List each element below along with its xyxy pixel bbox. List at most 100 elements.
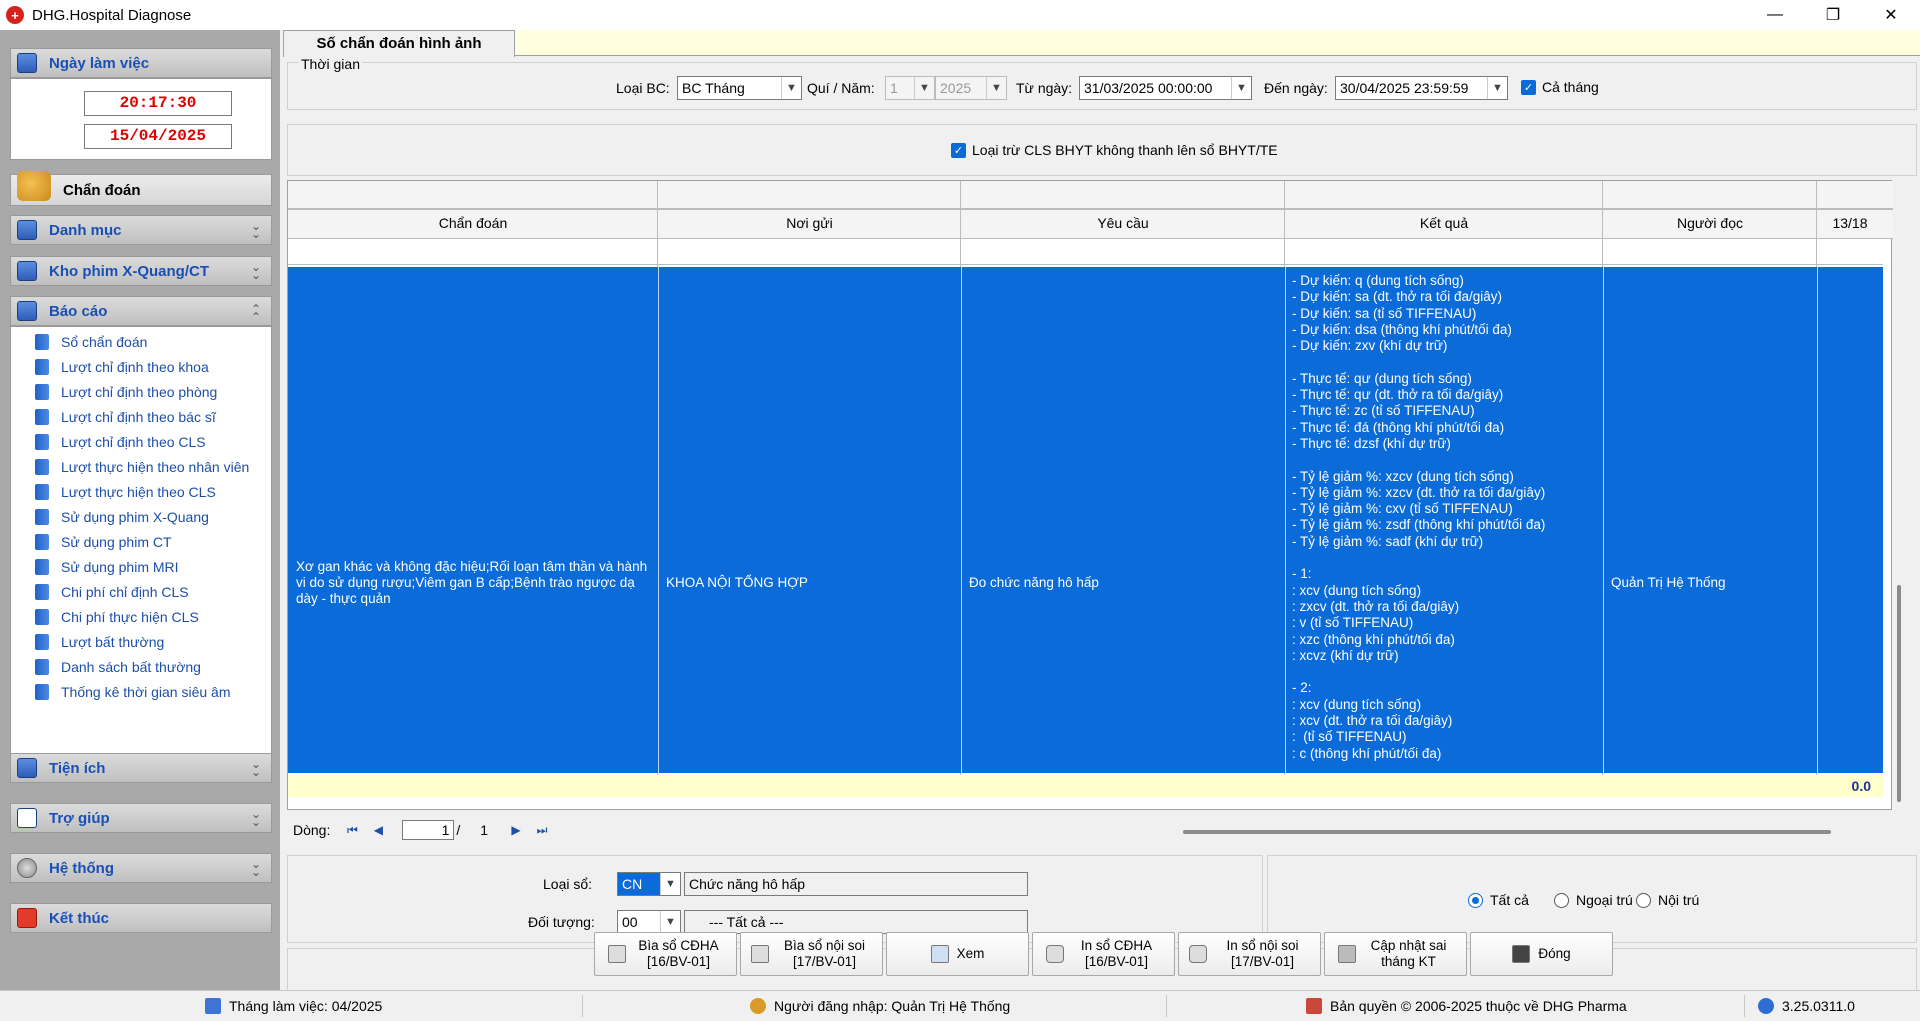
ket-qua-line: : zxcv (dt. thở ra tối đa/giây) — [1292, 598, 1460, 614]
last-page-icon[interactable]: ⏭ — [532, 821, 552, 839]
ket-qua-line: : xzc (thông khí phút/tối đa) — [1292, 631, 1455, 647]
report-item[interactable]: Sử dụng phim MRI — [35, 559, 179, 575]
summary-total: 0.0 — [1851, 778, 1871, 794]
ket-qua-line: - Tỷ lệ giảm %: xzcv (dung tích sống) — [1292, 468, 1514, 484]
doi-tuong-select[interactable]: 00 ▼ — [617, 910, 681, 934]
section-tien-ich[interactable]: Tiện ích ⌄ ⌄ — [10, 753, 272, 783]
section-tro-giup[interactable]: Trợ giúp ⌄ ⌄ — [10, 803, 272, 833]
tu-ngay-picker[interactable]: 31/03/2025 00:00:00 ▼ — [1079, 76, 1252, 100]
in-so-noi-soi-button[interactable]: In sổ nội soi [17/BV-01] — [1178, 932, 1321, 976]
section-kho-phim[interactable]: Kho phim X-Quang/CT ⌄ ⌄ — [10, 256, 272, 286]
loai-so-code: CN — [622, 876, 643, 892]
report-item[interactable]: Thống kê thời gian siêu âm — [35, 684, 231, 700]
radio-ngoai-tru[interactable]: Ngoại trú — [1554, 892, 1633, 908]
section-bao-cao[interactable]: Báo cáo ⌃ ⌃ — [10, 296, 272, 326]
exclude-bhyt-checkbox[interactable]: ✓ Loại trừ CLS BHYT không thanh lên sổ BH… — [951, 142, 1278, 158]
xem-button[interactable]: Xem — [886, 932, 1029, 976]
report-book-icon — [35, 459, 49, 475]
report-item[interactable]: Chi phí thực hiện CLS — [35, 609, 199, 625]
ket-qua-line: - Thực tế: zc (tỉ số TIFFENAU) — [1292, 403, 1475, 419]
ket-qua-line: - Thực tế: dzsf (khí dự trữ) — [1292, 435, 1451, 451]
status-separator — [582, 995, 583, 1017]
report-item[interactable]: Lượt thực hiện theo CLS — [35, 484, 216, 500]
report-item[interactable]: Sử dụng phim CT — [35, 534, 172, 550]
report-label: Danh sách bất thường — [61, 659, 201, 675]
ket-qua-line: - 2: — [1292, 680, 1312, 696]
status-separator — [1166, 995, 1167, 1017]
section-he-thong[interactable]: Hệ thống ⌄ ⌄ — [10, 853, 272, 883]
section-danh-muc[interactable]: Danh mục ⌄ ⌄ — [10, 215, 272, 245]
quy-value: 1 — [890, 80, 898, 96]
dong-button[interactable]: Đóng — [1470, 932, 1613, 976]
report-item[interactable]: Lượt chỉ định theo bác sĩ — [35, 409, 216, 425]
data-grid: Chẩn đoán Nơi gửi Yêu cầu Kết quả Người … — [287, 180, 1893, 810]
navigator-label: Dòng: — [293, 822, 331, 838]
radio-on-icon — [1468, 892, 1483, 908]
report-book-icon — [35, 484, 49, 500]
report-item[interactable]: Sử dụng phim X-Quang — [35, 509, 209, 525]
report-book-icon — [35, 509, 49, 525]
filter-row[interactable] — [288, 239, 1883, 265]
prev-page-icon[interactable]: ◀ — [368, 821, 388, 839]
app-icon: + — [6, 6, 24, 24]
status-copyright-text: Bản quyền © 2006-2025 thuộc về DHG Pharm… — [1330, 998, 1627, 1014]
grid-col-divider — [961, 267, 962, 773]
main-panel: Số chẩn đoán hình ảnh Thời gian Loại BC:… — [283, 30, 1920, 1008]
quy-select[interactable]: 1 ▼ — [885, 76, 935, 100]
working-day-label: Ngày làm việc — [49, 54, 150, 72]
section-ket-thuc[interactable]: Kết thúc — [10, 903, 272, 933]
patient-type-group: Tất cả Ngoại trú Nội trú — [1267, 855, 1917, 943]
section-label: Hệ thống — [49, 859, 114, 877]
status-version: 3.25.0311.0 — [1758, 991, 1855, 1021]
page-number-input[interactable]: 1 — [402, 820, 455, 840]
report-item[interactable]: Lượt chỉ định theo khoa — [35, 359, 209, 375]
calendar-icon — [205, 998, 221, 1014]
chan-doan-module[interactable]: Chẩn đoán — [10, 171, 272, 206]
status-version-text: 3.25.0311.0 — [1782, 998, 1855, 1014]
diagnosis-users-icon — [17, 171, 51, 201]
chevron-down-icon: ⌄ ⌄ — [250, 857, 261, 879]
doi-tuong-name: --- Tất cả --- — [684, 910, 1028, 934]
bia-so-cdha-button[interactable]: Bìa sổ CĐHA [16/BV-01] — [594, 932, 737, 976]
report-item[interactable]: Lượt bất thường — [35, 634, 164, 650]
table-row[interactable]: Xơ gan khác và không đặc hiệu;Rối loạn t… — [288, 267, 1883, 773]
bia-so-noi-soi-button[interactable]: Bìa sổ nội soi [17/BV-01] — [740, 932, 883, 976]
report-label: Chi phí thực hiện CLS — [61, 609, 199, 625]
next-page-icon[interactable]: ▶ — [506, 821, 526, 839]
report-item[interactable]: Chi phí chỉ định CLS — [35, 584, 189, 600]
den-ngay-picker[interactable]: 30/04/2025 23:59:59 ▼ — [1335, 76, 1508, 100]
grid-col-divider — [1285, 267, 1286, 773]
ket-qua-line: - Dự kiến: q (dung tích sống) — [1292, 273, 1464, 288]
record-navigator: Dòng: ⏮ ◀ 1 / 1 ▶ ⏭ — [293, 820, 552, 840]
nam-value: 2025 — [940, 80, 972, 96]
report-item[interactable]: Lượt chỉ định theo phòng — [35, 384, 217, 400]
report-book-icon — [35, 684, 49, 700]
report-item[interactable]: Lượt chỉ định theo CLS — [35, 434, 206, 450]
grid-vertical-scrollbar[interactable] — [1897, 585, 1901, 802]
report-book-icon — [35, 384, 49, 400]
button-label: Bìa sổ nội soi [17/BV-01] — [783, 938, 866, 969]
ca-thang-checkbox[interactable]: ✓ Cả tháng — [1521, 79, 1599, 95]
ket-qua-line: - Dự kiến: zxv (khí dự trữ) — [1292, 338, 1448, 354]
nam-select[interactable]: 2025 ▼ — [935, 76, 1007, 100]
tab-so-chan-doan[interactable]: Số chẩn đoán hình ảnh — [283, 30, 515, 57]
in-so-cdha-button[interactable]: In sổ CĐHA [16/BV-01] — [1032, 932, 1175, 976]
section-label: Trợ giúp — [49, 809, 110, 827]
report-item[interactable]: Lượt thực hiện theo nhân viên — [35, 459, 249, 475]
close-button[interactable]: ✕ — [1862, 0, 1920, 30]
den-ngay-value: 30/04/2025 23:59:59 — [1340, 80, 1469, 96]
cap-nhat-button[interactable]: Cập nhật sai tháng KT — [1324, 932, 1467, 976]
loai-bc-select[interactable]: BC Tháng ▼ — [677, 76, 802, 100]
radio-noi-tru[interactable]: Nội trú — [1636, 892, 1699, 908]
loai-so-name: Chức năng hô hấp — [684, 872, 1028, 896]
loai-so-select[interactable]: CN ▼ — [617, 872, 681, 896]
restore-button[interactable]: ❐ — [1804, 0, 1862, 30]
book-icon — [17, 301, 37, 321]
report-item[interactable]: Danh sách bất thường — [35, 659, 201, 675]
radio-tat-ca[interactable]: Tất cả — [1468, 892, 1529, 908]
minimize-button[interactable]: — — [1746, 0, 1804, 30]
report-item-so-chan-doan[interactable]: Sổ chẩn đoán — [35, 334, 147, 350]
grid-horizontal-scrollbar[interactable] — [1183, 830, 1831, 834]
first-page-icon[interactable]: ⏮ — [342, 821, 362, 839]
report-label: Sổ chẩn đoán — [61, 334, 148, 350]
